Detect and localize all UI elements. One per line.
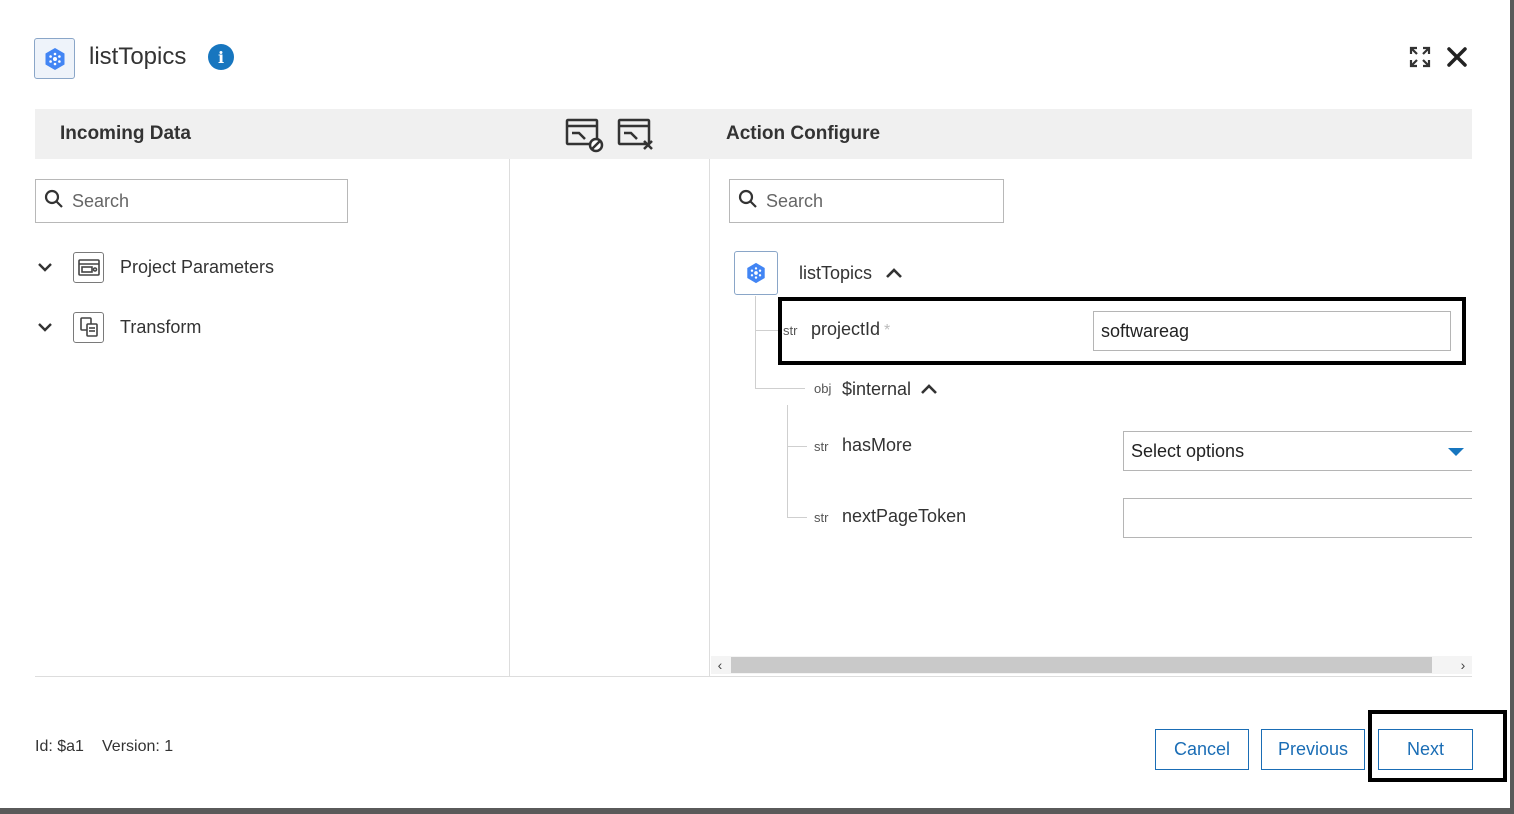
root-node-label: listTopics [799,263,873,283]
search-icon [44,189,64,214]
gcp-pubsub-app-icon [34,38,75,79]
chevron-down-icon[interactable] [35,257,55,277]
chevron-down-icon[interactable] [35,317,55,337]
field-label-internal: $internal [842,379,912,399]
dropdown-arrow-icon [1448,448,1464,456]
tree-item-project-parameters[interactable]: Project Parameters [35,249,274,285]
type-tag: str [814,510,829,525]
tree-connector [755,296,756,388]
footer-divider [35,676,1472,677]
type-tag: str [814,439,829,454]
incoming-data-search-input[interactable]: Search [35,179,348,223]
search-placeholder: Search [72,190,130,211]
horizontal-scrollbar[interactable]: ‹ › [711,656,1472,674]
action-configure-title: Action Configure [726,123,881,144]
highlight-box [1368,710,1507,782]
window-bottom-edge [0,808,1514,814]
type-tag: obj [814,381,832,396]
hasmore-select[interactable]: Select options [1123,431,1472,471]
hide-mapped-icon[interactable] [565,116,605,154]
chevron-up-icon[interactable] [920,382,938,401]
tree-connector [755,330,780,331]
previous-button[interactable]: Previous [1261,729,1365,770]
id-label: Id: $a1 [35,738,84,755]
project-parameters-icon [73,251,104,283]
scroll-left-icon[interactable]: ‹ [711,656,729,674]
tree-item-label: Project Parameters [120,256,275,277]
tree-connector [755,388,805,389]
field-label-nextpagetoken: nextPageToken [842,506,967,526]
gcp-pubsub-node-icon [734,251,778,295]
scroll-right-icon[interactable]: › [1454,656,1472,674]
version-label: Version: 1 [102,738,174,755]
field-label-hasmore: hasMore [842,435,913,455]
hasmore-selected-value: Select options [1131,440,1245,461]
tree-item-transform[interactable]: Transform [35,309,201,345]
cancel-button[interactable]: Cancel [1155,729,1249,770]
expand-icon[interactable] [1409,46,1431,68]
tree-connector [787,517,807,518]
panel-divider-right [709,159,710,676]
search-icon [738,189,758,214]
info-icon[interactable]: i [208,44,234,70]
tree-connector [787,446,807,447]
action-configure-search-input[interactable]: Search [729,179,1004,223]
nextpagetoken-input[interactable] [1123,498,1472,538]
search-placeholder: Search [766,190,824,211]
highlight-box [778,297,1466,365]
scrollbar-thumb[interactable] [731,657,1432,673]
chevron-up-icon[interactable] [885,266,903,285]
tree-connector [787,405,788,518]
tree-item-label: Transform [120,316,202,337]
incoming-data-title: Incoming Data [60,123,191,144]
transform-icon [73,311,104,343]
dialog-title: listTopics [89,43,187,70]
close-icon[interactable] [1444,44,1470,70]
window-right-edge [1510,0,1514,814]
panel-divider-left [509,159,510,676]
clear-mapping-icon[interactable] [617,116,657,154]
